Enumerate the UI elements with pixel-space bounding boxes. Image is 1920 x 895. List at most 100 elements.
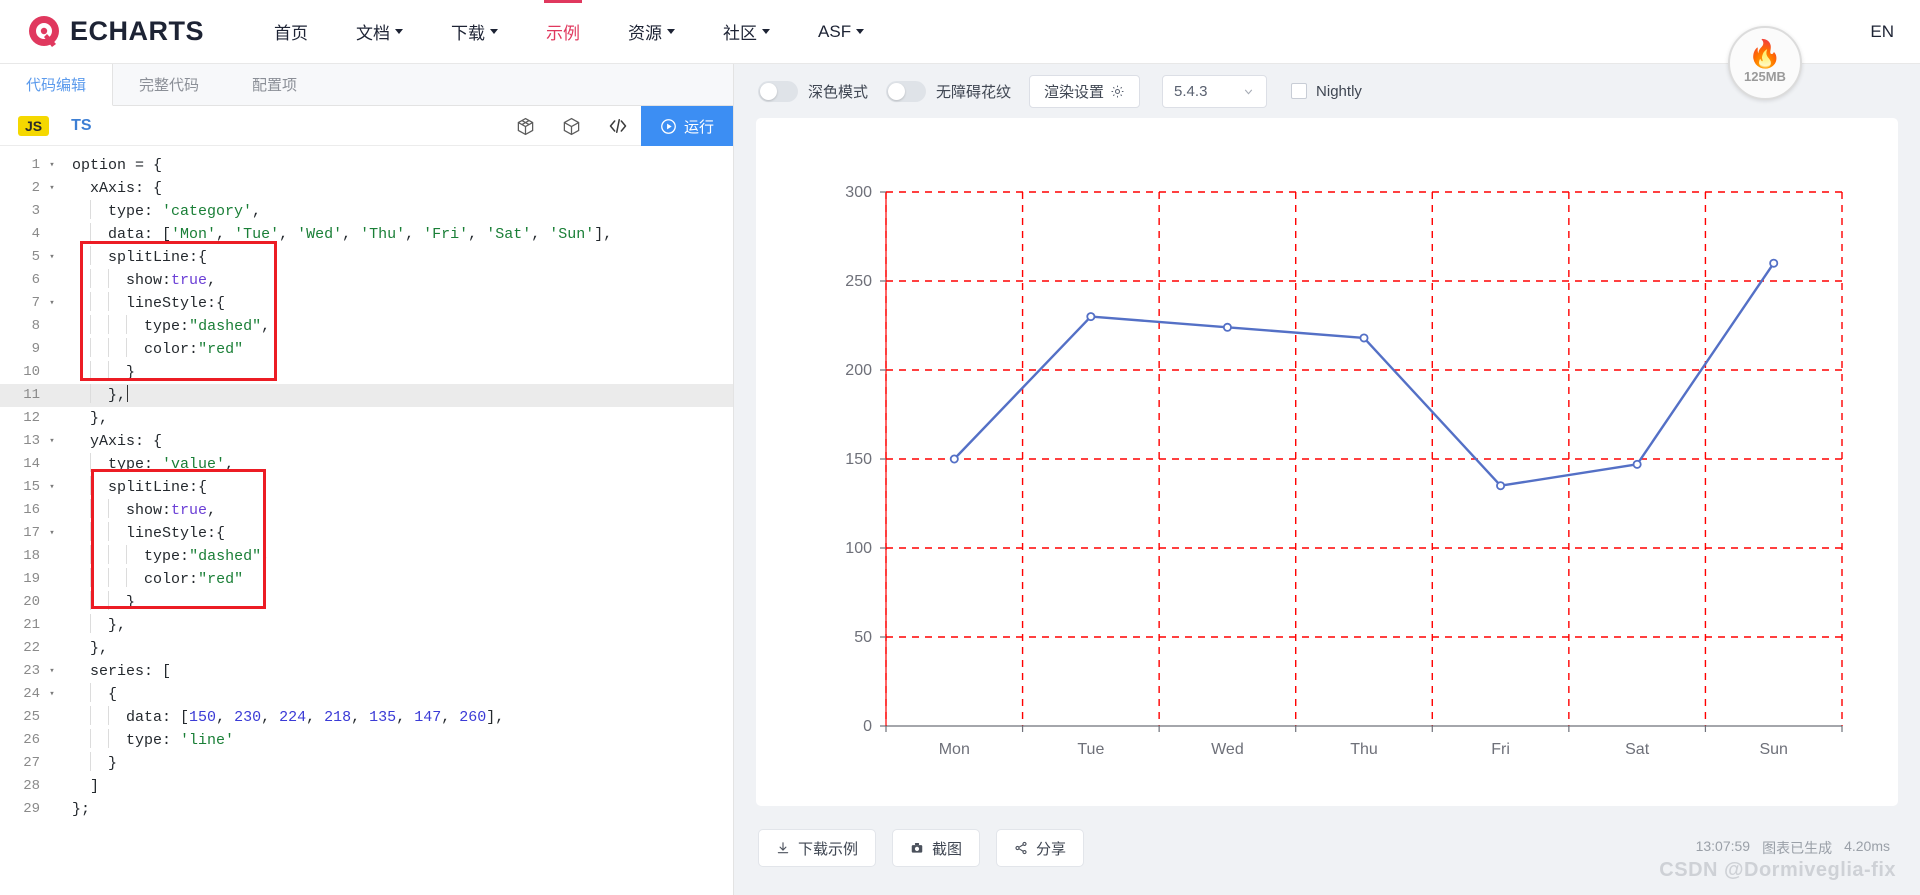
toggle-knob xyxy=(888,82,906,100)
fold-arrow-icon[interactable]: ▾ xyxy=(44,683,60,706)
tab-full-code-label: 完整代码 xyxy=(139,77,200,94)
download-example-button[interactable]: 下载示例 xyxy=(758,829,877,867)
dark-mode-toggle[interactable] xyxy=(758,80,798,102)
tab-full-code[interactable]: 完整代码 xyxy=(113,64,226,105)
fold-arrow-icon[interactable]: ▾ xyxy=(44,246,60,269)
code-line: 9 color:"red" xyxy=(0,338,733,361)
tab-config-options-label: 配置项 xyxy=(252,77,298,94)
nav-item-examples[interactable]: 示例 xyxy=(522,0,604,64)
data-point[interactable] xyxy=(1632,459,1642,469)
sandbox-icon[interactable] xyxy=(503,106,549,146)
fold-arrow-icon[interactable]: ▾ xyxy=(44,154,60,177)
play-icon xyxy=(661,118,676,134)
line-number: 13 xyxy=(23,433,40,449)
chevron-down-icon xyxy=(1244,89,1253,94)
fold-arrow-icon[interactable]: ▾ xyxy=(44,177,60,200)
data-point[interactable] xyxy=(1086,312,1096,322)
code-text: }, xyxy=(72,410,109,427)
nav-item-home[interactable]: 首页 xyxy=(250,0,332,64)
code-line: 21 }, xyxy=(0,614,733,637)
fold-arrow-icon[interactable]: ▾ xyxy=(44,522,60,545)
nav-item-download[interactable]: 下载 xyxy=(427,0,522,64)
nav-item-asf[interactable]: ASF xyxy=(794,0,888,64)
code-line: 11 }, xyxy=(0,384,733,407)
checkbox-box xyxy=(1291,83,1308,99)
fold-arrow-icon[interactable]: ▾ xyxy=(44,476,60,499)
code-line: 24 ▾ { xyxy=(0,683,733,706)
nav-item-asf-label: ASF xyxy=(818,21,852,41)
code-editor[interactable]: 1 ▾ option = {2 ▾ xAxis: {3 type: 'category… xyxy=(0,146,733,895)
nav-item-community[interactable]: 社区 xyxy=(699,0,794,64)
x-tick-label: Sat xyxy=(1625,741,1650,758)
code-text: splitLine:{ xyxy=(68,246,207,269)
chevron-down-icon xyxy=(762,29,771,34)
tab-config-options[interactable]: 配置项 xyxy=(226,64,324,105)
line-number: 17 xyxy=(23,525,40,541)
data-point[interactable] xyxy=(949,454,959,464)
data-point[interactable] xyxy=(1222,322,1232,332)
code-line: 15 ▾ splitLine:{ xyxy=(0,476,733,499)
lang-toggle-ts[interactable]: TS xyxy=(71,117,91,135)
fold-arrow-icon[interactable]: ▾ xyxy=(44,430,60,453)
dark-mode-label: 深色模式 xyxy=(808,83,869,101)
data-point[interactable] xyxy=(1769,258,1779,268)
page-body: 代码编辑 完整代码 配置项 JS TS 运行 1 ▾ option = {2 … xyxy=(0,64,1920,895)
memory-usage-badge[interactable]: 🔥 125MB xyxy=(1728,26,1802,100)
x-tick-label: Mon xyxy=(939,741,970,758)
x-tick-label: Tue xyxy=(1077,741,1104,758)
code-text: color:"red" xyxy=(68,568,243,591)
tab-code-editor-label: 代码编辑 xyxy=(26,77,87,94)
nav-item-community-label: 社区 xyxy=(723,24,758,43)
share-button[interactable]: 分享 xyxy=(996,829,1085,867)
accessibility-pattern-toggle[interactable] xyxy=(886,80,927,102)
line-number: 23 xyxy=(23,663,40,679)
editor-tabbar: 代码编辑 完整代码 配置项 xyxy=(0,64,733,106)
code-lines: 1 ▾ option = {2 ▾ xAxis: {3 type: 'category… xyxy=(0,154,733,821)
chevron-down-icon xyxy=(856,29,865,34)
lang-toggle-js[interactable]: JS xyxy=(18,115,50,136)
fold-arrow-icon[interactable]: ▾ xyxy=(44,292,60,315)
code-line: 16 show:true, xyxy=(0,499,733,522)
code-text: show:true, xyxy=(68,499,216,522)
data-point[interactable] xyxy=(1496,481,1506,491)
fold-arrow-icon[interactable]: ▾ xyxy=(44,660,60,683)
download-example-label: 下载示例 xyxy=(798,840,859,858)
code-brackets-icon[interactable] xyxy=(595,106,641,146)
code-line: 5 ▾ splitLine:{ xyxy=(0,246,733,269)
nav-item-resources[interactable]: 资源 xyxy=(604,0,699,64)
code-line: 10 } xyxy=(0,361,733,384)
chart-container[interactable]: 0 50 100 150 200 250 300 Mon Tue Wed Thu Fri Sat Sun xyxy=(756,118,1898,806)
x-tick-label: Thu xyxy=(1350,741,1378,758)
code-text: splitLine:{ xyxy=(68,476,207,499)
code-line: 3 type: 'category', xyxy=(0,200,733,223)
version-select[interactable]: 5.4.3 xyxy=(1162,74,1268,108)
y-tick-label: 0 xyxy=(863,718,872,735)
data-point[interactable] xyxy=(1359,333,1369,343)
code-line: 2 ▾ xAxis: { xyxy=(0,177,733,200)
code-text: data: [150, 230, 224, 218, 135, 147, 260… xyxy=(68,706,504,729)
code-line: 13 ▾ yAxis: { xyxy=(0,430,733,453)
run-button[interactable]: 运行 xyxy=(640,106,733,146)
line-number: 2 xyxy=(31,180,40,196)
tab-code-editor[interactable]: 代码编辑 xyxy=(0,64,114,106)
language-switch[interactable]: EN xyxy=(1870,22,1894,42)
render-status: 13:07:59 图表已生成 4.20ms xyxy=(1696,838,1890,858)
chevron-down-icon xyxy=(667,29,676,34)
y-tick-label: 200 xyxy=(845,362,872,379)
code-text: series: [ xyxy=(72,663,172,680)
nav-item-download-label: 下载 xyxy=(451,24,486,43)
code-text: data: ['Mon', 'Tue', 'Wed', 'Thu', 'Fri'… xyxy=(68,223,612,246)
share-label: 分享 xyxy=(1036,840,1067,858)
watermark: CSDN @Dormiveglia-fix xyxy=(1659,859,1896,881)
cube-icon[interactable] xyxy=(549,106,595,146)
nightly-checkbox[interactable]: Nightly xyxy=(1291,83,1362,100)
render-settings-button[interactable]: 渲染设置 xyxy=(1029,74,1141,108)
line-number: 24 xyxy=(23,686,40,702)
code-line: 12 }, xyxy=(0,407,733,430)
x-tick-label: Sun xyxy=(1759,741,1787,758)
echarts-logo-text: ECHARTS xyxy=(70,16,205,46)
screenshot-button[interactable]: 截图 xyxy=(892,829,981,867)
nav-item-docs[interactable]: 文档 xyxy=(332,0,427,64)
code-text: type: 'value', xyxy=(68,453,234,476)
echarts-logo[interactable]: ECHARTS xyxy=(24,12,204,52)
